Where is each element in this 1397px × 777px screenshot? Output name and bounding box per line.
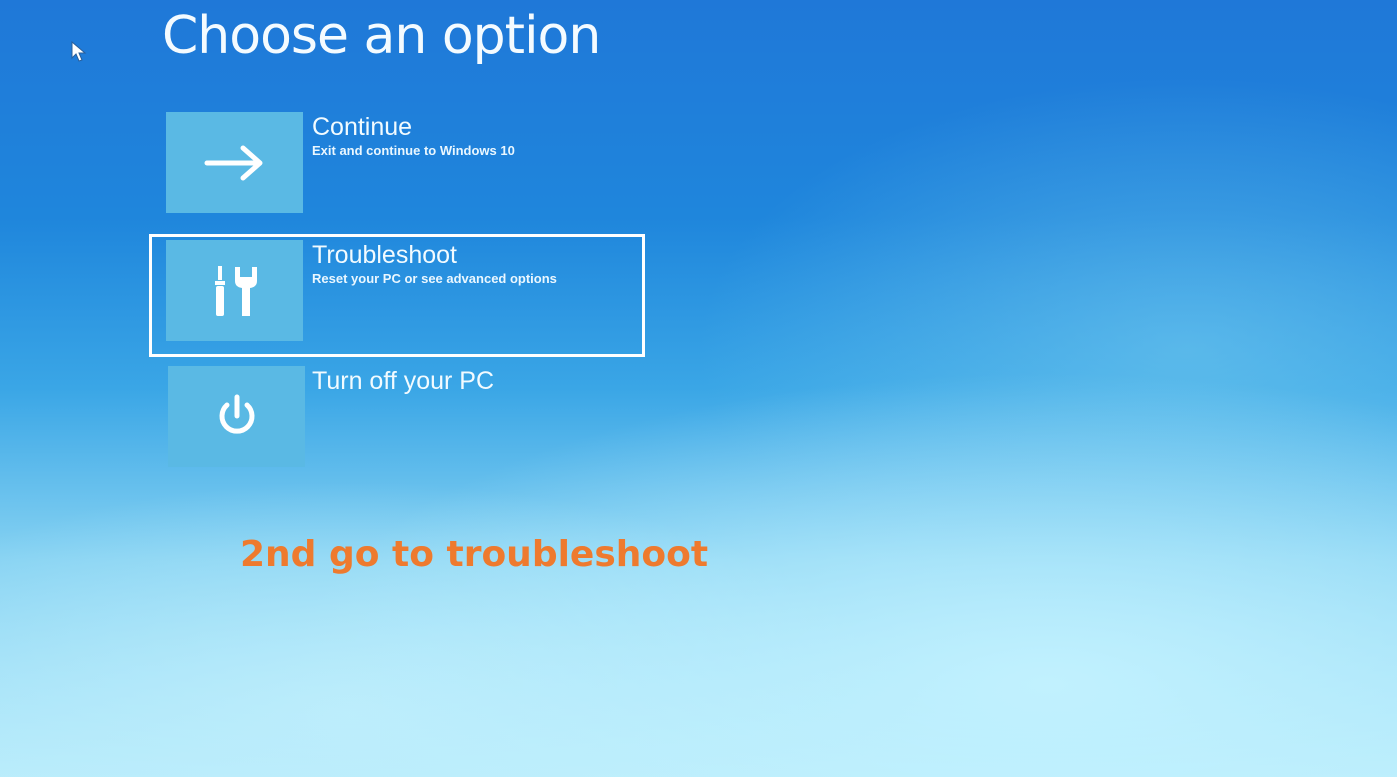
troubleshoot-tile (166, 240, 303, 341)
continue-label: Continue (312, 113, 413, 141)
troubleshoot-description: Reset your PC or see advanced options (312, 271, 557, 286)
continue-option[interactable]: Continue Exit and continue to Windows 10 (152, 112, 642, 214)
arrow-right-icon (204, 145, 262, 180)
troubleshoot-label: Troubleshoot (312, 241, 457, 269)
instruction-annotation: 2nd go to troubleshoot (240, 534, 709, 575)
continue-description: Exit and continue to Windows 10 (312, 143, 515, 158)
page-title: Choose an option (162, 6, 601, 66)
turn-off-tile (168, 366, 305, 467)
troubleshoot-option[interactable]: Troubleshoot Reset your PC or see advanc… (149, 234, 645, 357)
tools-icon (214, 265, 257, 316)
turn-off-label: Turn off your PC (312, 367, 495, 395)
power-icon (219, 394, 254, 434)
turn-off-option[interactable]: Turn off your PC (152, 366, 642, 467)
mouse-pointer-icon (71, 41, 87, 62)
continue-tile (166, 112, 303, 213)
